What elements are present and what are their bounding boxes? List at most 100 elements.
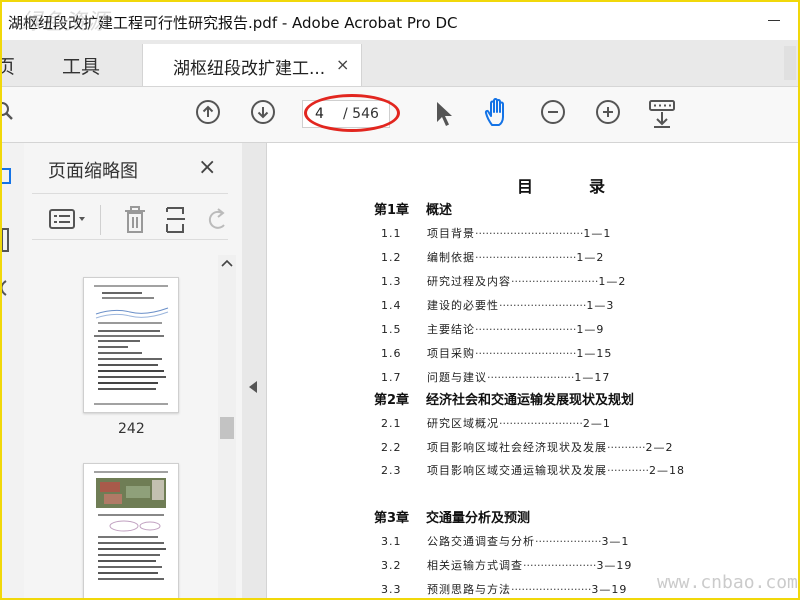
leader-dots: ························ <box>499 417 583 430</box>
thumbnail-content <box>94 285 169 405</box>
thumbnail-scrollbar[interactable] <box>218 255 236 598</box>
entry-number: 2.1 <box>381 417 402 430</box>
page-thumbnails-icon[interactable] <box>0 167 14 187</box>
bookmarks-icon[interactable] <box>0 227 12 255</box>
entry-page: 2—1 <box>582 417 611 430</box>
chapter-title: 交通量分析及预测 <box>426 511 531 526</box>
entry-text: 项目影响区域交通运输现状及发展 <box>427 464 607 477</box>
close-panel-icon[interactable]: × <box>198 155 216 180</box>
page-up-icon[interactable] <box>196 100 220 124</box>
options-menu-icon[interactable] <box>48 207 88 233</box>
toc-entry[interactable]: 3.3 预测思路与方法·······················3—19 <box>381 581 627 597</box>
close-tab-icon[interactable]: × <box>336 55 349 74</box>
entry-number: 2.2 <box>381 441 402 454</box>
thumbnail-content <box>94 471 168 580</box>
page-thumbnail[interactable] <box>83 277 179 413</box>
toc-entry[interactable]: 1.6 项目采购 ·····························1—1… <box>381 345 612 361</box>
toc-entry[interactable]: 2.2 项目影响区域社会经济现状及发展 ···········2—2 <box>381 439 673 455</box>
scroll-mode-icon[interactable] <box>648 99 676 129</box>
watermark-overlay: 绿色资源 <box>20 10 109 35</box>
zoom-out-icon[interactable] <box>541 100 565 124</box>
watermark: www.cnbao.com <box>657 572 798 593</box>
toc-entry[interactable]: 1.4 建设的必要性 ·························1—3 <box>381 297 614 313</box>
page-down-icon[interactable] <box>251 100 275 124</box>
chapter-title: 概述 <box>426 203 453 218</box>
leader-dots: ························· <box>511 275 599 288</box>
entry-text: 编制依据 <box>427 251 475 264</box>
chapter-number: 第3章 <box>374 511 410 526</box>
entry-page: 1—17 <box>574 371 611 384</box>
attachments-icon[interactable] <box>0 279 12 299</box>
title-bar: 湖枢纽段改扩建工程可行性研究报告.pdf - Adobe Acrobat Pro… <box>2 2 798 40</box>
entry-text: 研究过程及内容 <box>427 275 511 288</box>
entry-text: 研究区域概况 <box>427 417 499 430</box>
tab-home[interactable]: 页 <box>2 52 15 79</box>
toc-entry[interactable]: 1.1 项目背景·······························1—… <box>381 225 611 241</box>
toc-entry[interactable]: 3.1 公路交通调查与分析 ···················3—1 <box>381 533 629 549</box>
navigation-pane-strip <box>2 143 25 598</box>
entry-text: 建设的必要性 <box>427 299 499 312</box>
entry-page: 1—2 <box>576 251 605 264</box>
scrollbar-thumb[interactable] <box>220 417 234 439</box>
entry-number: 1.5 <box>381 323 402 336</box>
toc-entry[interactable]: 2.1 研究区域概况 ························2—1 <box>381 415 611 431</box>
toc-entry[interactable]: 2.3 项目影响区域交通运输现状及发展············2—18 <box>381 462 685 478</box>
minimize-button[interactable] <box>764 10 784 30</box>
chapter-heading: 第1章 概述 <box>374 199 452 218</box>
entry-number: 1.7 <box>381 371 402 384</box>
leader-dots: ····························· <box>475 323 577 336</box>
leader-dots: ··········· <box>607 441 646 454</box>
entry-text: 项目采购 <box>427 347 475 360</box>
divider <box>32 193 228 194</box>
leader-dots: ······························· <box>475 227 584 240</box>
collapse-arrow-icon[interactable] <box>249 381 257 393</box>
entry-text: 预测思路与方法 <box>427 583 511 596</box>
zoom-in-icon[interactable] <box>596 100 620 124</box>
entry-number: 1.6 <box>381 347 402 360</box>
toc-entry[interactable]: 3.2 相关运输方式调查·····················3—19 <box>381 557 632 573</box>
thumbnail-page-number: 242 <box>118 421 145 437</box>
divider <box>32 239 228 240</box>
insert-page-icon[interactable] <box>164 205 190 235</box>
panel-title: 页面缩略图 <box>48 161 138 182</box>
entry-page: 3—19 <box>591 583 628 596</box>
chapter-number: 第1章 <box>374 203 410 218</box>
leader-dots: ························· <box>499 299 587 312</box>
tab-bar: 页 工具 湖枢纽段改扩建工... × <box>2 40 798 87</box>
app-window: 湖枢纽段改扩建工程可行性研究报告.pdf - Adobe Acrobat Pro… <box>0 0 800 600</box>
scroll-up-icon[interactable] <box>221 259 233 267</box>
page-thumbnail[interactable] <box>83 463 179 598</box>
pane-collapse-bar[interactable] <box>242 143 267 598</box>
leader-dots: ······················· <box>511 583 592 596</box>
hand-tool-icon[interactable] <box>483 97 513 129</box>
entry-number: 3.1 <box>381 535 402 548</box>
entry-page: 1—9 <box>576 323 605 336</box>
document-tab-label: 湖枢纽段改扩建工... <box>173 59 326 79</box>
delete-page-icon[interactable] <box>122 205 148 235</box>
select-tool-icon[interactable] <box>434 100 454 128</box>
entry-text: 公路交通调查与分析 <box>427 535 535 548</box>
rotate-page-icon[interactable] <box>204 205 230 235</box>
chapter-title: 经济社会和交通运输发展现状及规划 <box>426 393 635 408</box>
chapter-heading: 第2章 经济社会和交通运输发展现状及规划 <box>374 389 634 408</box>
leader-dots: ····························· <box>475 251 577 264</box>
search-icon[interactable] <box>0 101 14 121</box>
entry-number: 2.3 <box>381 464 402 477</box>
toc-entry[interactable]: 1.3 研究过程及内容·························1—2 <box>381 273 626 289</box>
leader-dots: ····························· <box>475 347 577 360</box>
entry-number: 1.2 <box>381 251 402 264</box>
entry-page: 3—1 <box>601 535 630 548</box>
tab-tools[interactable]: 工具 <box>62 52 100 79</box>
thumbnail-list: 242 <box>34 255 214 598</box>
thumbnail-panel: 页面缩略图 × 242 <box>24 143 243 598</box>
leader-dots: ··················· <box>535 535 602 548</box>
toc-entry[interactable]: 1.5 主要结论 ·····························1—9 <box>381 321 604 337</box>
entry-page: 1—3 <box>586 299 615 312</box>
tab-scroll-button[interactable] <box>784 46 796 80</box>
leader-dots: ························· <box>487 371 575 384</box>
tab-document[interactable]: 湖枢纽段改扩建工... × <box>142 44 362 86</box>
toolbar-separator <box>100 205 101 235</box>
toc-entry[interactable]: 1.2 编制依据 ·····························1—2 <box>381 249 604 265</box>
toc-entry[interactable]: 1.7 问题与建议 ·························1—17 <box>381 369 610 385</box>
entry-page: 1—1 <box>583 227 612 240</box>
